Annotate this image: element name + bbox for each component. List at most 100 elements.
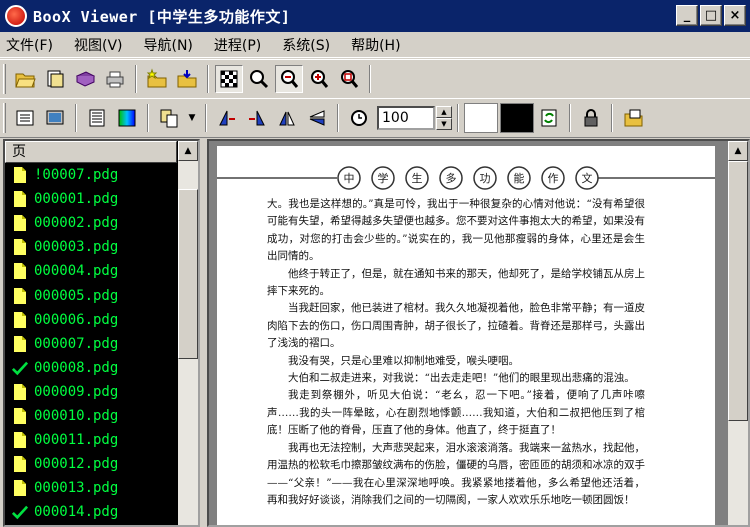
column-header-page[interactable]: 页 <box>5 141 177 163</box>
file-icon <box>12 455 28 473</box>
header-glyph: 多 <box>446 171 457 185</box>
main-toolbar <box>0 59 750 99</box>
page-header-banner: 中学生多功能作文 <box>217 166 715 190</box>
header-glyph: 学 <box>378 171 389 185</box>
file-list-scrollbar[interactable]: ▲ <box>178 141 198 525</box>
rotate-right-icon <box>249 110 265 126</box>
rotate-left-button[interactable] <box>213 104 241 132</box>
open-folder-button[interactable] <box>11 65 39 93</box>
file-list-item[interactable]: 000007.pdg <box>5 332 177 356</box>
lock-button[interactable] <box>577 104 605 132</box>
menu-help[interactable]: 帮助(H) <box>351 35 400 55</box>
file-icon <box>12 383 28 401</box>
file-list-item[interactable]: 000005.pdg <box>5 283 177 307</box>
scroll-thumb[interactable] <box>178 189 198 359</box>
toolbar-separator <box>147 104 149 132</box>
app-logo-icon <box>5 5 27 27</box>
file-icon <box>12 311 28 329</box>
open-file-button[interactable] <box>41 65 69 93</box>
file-list-item[interactable]: 000003.pdg <box>5 235 177 259</box>
zoom-button[interactable] <box>245 65 273 93</box>
flip-vertical-icon <box>309 110 325 126</box>
file-icon <box>12 262 28 280</box>
file-list-item[interactable]: 000012.pdg <box>5 452 177 476</box>
checkmark-icon <box>12 503 28 521</box>
checker-view-button[interactable] <box>215 65 243 93</box>
toolbar-grip[interactable] <box>3 103 6 133</box>
flip-vertical-button[interactable] <box>303 104 331 132</box>
copy-button[interactable] <box>155 104 183 132</box>
file-list-item[interactable]: 000014.pdg <box>5 500 177 524</box>
library-button[interactable] <box>71 65 99 93</box>
file-name: 000001.pdg <box>34 191 119 208</box>
toolbar-separator <box>569 104 571 132</box>
page-view-scrollbar[interactable]: ▲ <box>728 141 748 525</box>
zoom-down-arrow[interactable]: ▼ <box>436 118 452 130</box>
scroll-thumb[interactable] <box>728 161 748 421</box>
header-glyph: 文 <box>582 171 593 185</box>
file-list-item[interactable]: 000011.pdg <box>5 428 177 452</box>
zoom-input[interactable] <box>377 106 435 130</box>
zoom-in-button[interactable] <box>305 65 333 93</box>
header-glyph: 功 <box>480 172 491 185</box>
file-list-item[interactable]: 000009.pdg <box>5 380 177 404</box>
swap-colors-button[interactable] <box>535 104 563 132</box>
close-button[interactable]: × <box>724 5 746 26</box>
window-controls: _ □ × <box>676 5 746 26</box>
zoom-up-arrow[interactable]: ▲ <box>436 106 452 118</box>
menu-system[interactable]: 系统(S) <box>282 35 330 55</box>
file-list-item[interactable]: 000002.pdg <box>5 211 177 235</box>
secondary-toolbar: ▼ ▲ ▼ <box>0 98 750 138</box>
timer-button[interactable] <box>345 104 373 132</box>
file-list-item[interactable]: 000006.pdg <box>5 308 177 332</box>
file-name: 000009.pdg <box>34 383 119 400</box>
clock-icon <box>351 110 367 126</box>
toolbar-separator <box>611 104 613 132</box>
title-bar[interactable]: BooX Viewer [中学生多功能作文] _ □ × <box>0 0 750 32</box>
scroll-up-arrow[interactable]: ▲ <box>728 141 748 161</box>
toolbar-separator <box>457 104 459 132</box>
color-palette-button[interactable] <box>113 104 141 132</box>
file-list-item[interactable]: 000013.pdg <box>5 476 177 500</box>
notes-button[interactable] <box>619 104 647 132</box>
file-icon <box>12 166 28 184</box>
printer-icon <box>106 71 124 88</box>
file-name: 000002.pdg <box>34 215 119 232</box>
flip-horizontal-button[interactable] <box>273 104 301 132</box>
paragraph: 当我赶回家，他已装进了棺材。我久久地凝视着他，脸色非常平静；有一道皮肉陷下去的伤… <box>267 302 645 350</box>
scroll-up-arrow[interactable]: ▲ <box>178 141 198 161</box>
toolbar-separator <box>205 104 207 132</box>
file-list-item[interactable]: 000010.pdg <box>5 404 177 428</box>
toolbar-separator <box>337 104 339 132</box>
export-folder-button[interactable] <box>173 65 201 93</box>
file-list: !00007.pdg 000001.pdg 000002.pdg 000003.pdg… <box>5 163 177 524</box>
menu-view[interactable]: 视图(V) <box>74 35 123 55</box>
background-color-swatch[interactable] <box>500 103 534 133</box>
foreground-color-swatch[interactable] <box>464 103 498 133</box>
rotate-right-button[interactable] <box>243 104 271 132</box>
checkerboard-icon <box>220 70 238 88</box>
zoom-fit-icon <box>341 70 359 88</box>
minimize-button[interactable]: _ <box>676 5 698 26</box>
menu-bar: 文件(F) 视图(V) 导航(N) 进程(P) 系统(S) 帮助(H) <box>0 32 750 58</box>
page-info-button[interactable] <box>11 104 39 132</box>
copy-dropdown-arrow[interactable]: ▼ <box>185 104 199 132</box>
zoom-out-button[interactable] <box>275 65 303 93</box>
fullscreen-button[interactable] <box>41 104 69 132</box>
toolbar-grip[interactable] <box>3 64 6 94</box>
maximize-button[interactable]: □ <box>700 5 722 26</box>
menu-process[interactable]: 进程(P) <box>214 35 261 55</box>
file-list-item[interactable]: 000001.pdg <box>5 187 177 211</box>
menu-navigate[interactable]: 导航(N) <box>144 35 193 55</box>
zoom-fit-button[interactable] <box>335 65 363 93</box>
open-folder-icon <box>15 73 36 88</box>
file-icon <box>12 335 28 353</box>
file-list-item[interactable]: !00007.pdg <box>5 163 177 187</box>
file-list-item[interactable]: 000004.pdg <box>5 259 177 283</box>
print-button[interactable] <box>101 65 129 93</box>
thumbnail-list-button[interactable] <box>83 104 111 132</box>
file-list-item[interactable]: 000008.pdg <box>5 356 177 380</box>
new-folder-button[interactable] <box>143 65 171 93</box>
page-view[interactable]: 中 学 生 多 功 能 作 文 大。我也是这样想的。”真是可怜，我出于一种很复杂的心情对他说：… <box>207 139 750 527</box>
menu-file[interactable]: 文件(F) <box>6 35 53 55</box>
